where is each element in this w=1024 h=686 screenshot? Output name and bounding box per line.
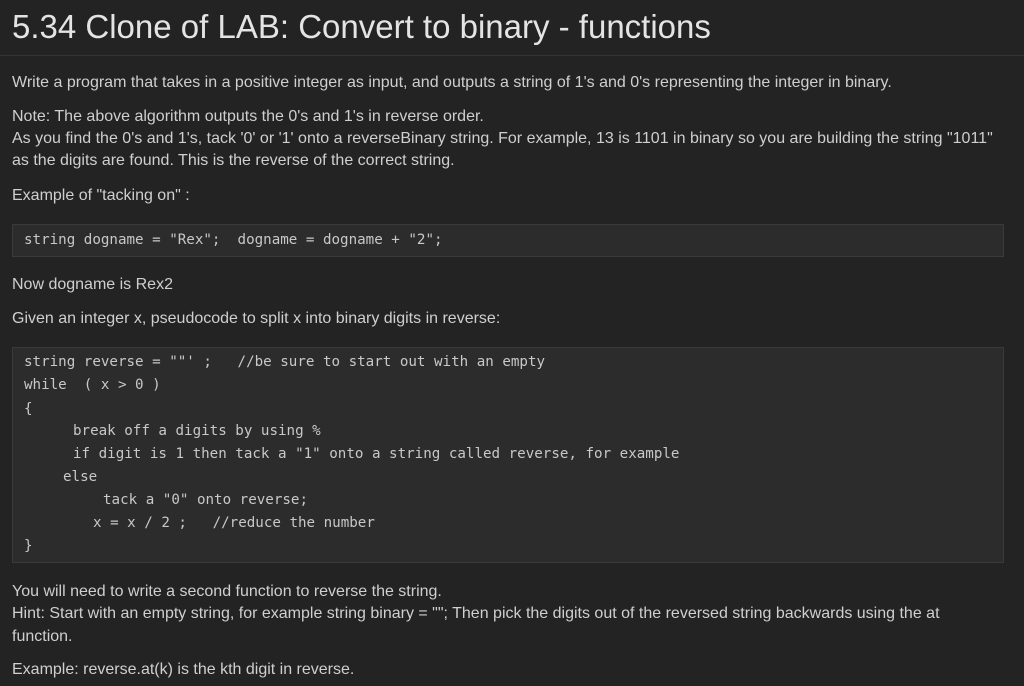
- example-reverse-paragraph: Example: reverse.at(k) is the kth digit …: [12, 661, 355, 678]
- code-line: string reverse = ""' ; //be sure to star…: [24, 354, 546, 370]
- note-line-1: Note: The above algorithm outputs the 0'…: [12, 108, 484, 125]
- code-line: string dogname = "Rex"; dogname = dognam…: [24, 232, 443, 248]
- dogname-result: Now dogname is Rex2: [12, 276, 173, 293]
- code-line: }: [24, 538, 33, 554]
- note-line-2: As you find the 0's and 1's, tack '0' or…: [12, 130, 993, 147]
- code-block-dogname: string dogname = "Rex"; dogname = dognam…: [12, 224, 1004, 257]
- hint-line-2: function.: [12, 628, 73, 645]
- code-line: tack a "0" onto reverse;: [103, 492, 308, 508]
- given-paragraph: Given an integer x, pseudocode to split …: [12, 310, 501, 327]
- hint-line-1: Hint: Start with an empty string, for ex…: [12, 605, 940, 622]
- title-divider: [0, 55, 1024, 56]
- code-line: if digit is 1 then tack a "1" onto a str…: [73, 446, 680, 462]
- code-line: {: [24, 401, 33, 417]
- lab-page: 5.34 Clone of LAB: Convert to binary - f…: [0, 0, 1024, 686]
- intro-paragraph: Write a program that takes in a positive…: [12, 74, 892, 91]
- example-heading: Example of "tacking on" :: [12, 187, 190, 204]
- note-line-3: as the digits are found. This is the rev…: [12, 152, 455, 169]
- code-line: x = x / 2 ; //reduce the number: [93, 515, 375, 531]
- code-line: break off a digits by using %: [73, 423, 321, 439]
- code-line: else: [63, 469, 98, 485]
- second-function-paragraph: You will need to write a second function…: [12, 583, 442, 600]
- code-block-pseudocode: string reverse = ""' ; //be sure to star…: [12, 347, 1004, 563]
- code-line: while ( x > 0 ): [24, 377, 161, 393]
- page-title: 5.34 Clone of LAB: Convert to binary - f…: [12, 8, 711, 45]
